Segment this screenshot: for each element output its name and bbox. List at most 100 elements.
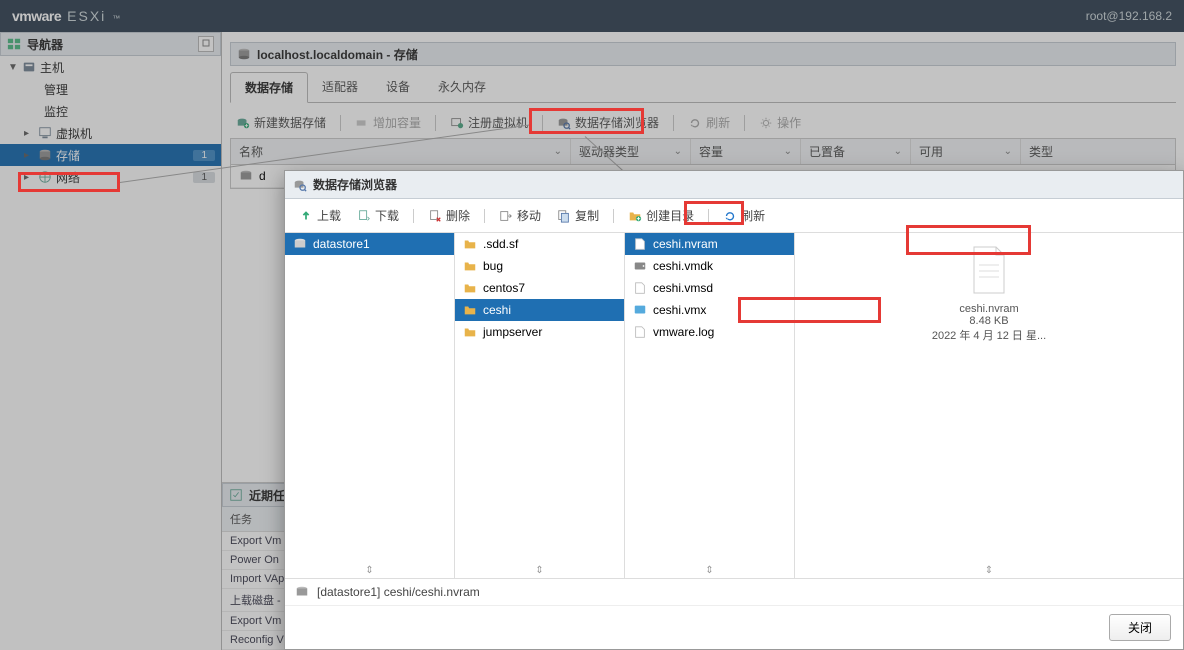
file-item[interactable]: ceshi.vmdk — [625, 255, 794, 277]
btn-label: 操作 — [777, 114, 801, 131]
datastore-item[interactable]: datastore1 — [285, 233, 454, 255]
item-label: ceshi — [483, 303, 511, 317]
btn-label: 刷新 — [741, 207, 765, 224]
delete-button[interactable]: 删除 — [422, 205, 476, 226]
tree-badge: 1 — [193, 172, 215, 183]
navigator-tree: ▼ 主机 管理 监控 ▸ 虚拟机 ▸ 存储 1 — [0, 56, 221, 188]
copy-button[interactable]: 复制 — [551, 205, 605, 226]
datastore-browser-button[interactable]: 数据存储浏览器 — [551, 111, 665, 134]
refresh-button[interactable]: 刷新 — [682, 111, 736, 134]
tree-item-storage[interactable]: ▸ 存储 1 — [0, 144, 221, 166]
browser-columns: datastore1 ⇕ .sdd.sf bug centos7 ceshi — [285, 233, 1183, 579]
expand-icon[interactable]: ▸ — [24, 150, 34, 161]
register-vm-button[interactable]: 注册虚拟机 — [444, 111, 534, 134]
download-button[interactable]: 下载 — [351, 205, 405, 226]
folder-item-ceshi[interactable]: ceshi — [455, 299, 624, 321]
col-provisioned[interactable]: 已置备⌄ — [801, 139, 911, 164]
resize-handle-icon[interactable]: ⇕ — [705, 565, 713, 576]
refresh-button[interactable]: 刷新 — [717, 205, 771, 226]
file-item[interactable]: vmware.log — [625, 321, 794, 343]
dialog-toolbar: 上载 下载 删除 移动 复制 创建目录 刷新 — [285, 199, 1183, 233]
new-datastore-button[interactable]: 新建数据存储 — [230, 111, 332, 134]
content-title: localhost.localdomain - 存储 — [257, 46, 418, 63]
datastore-browser-dialog: 数据存储浏览器 上载 下载 删除 移动 复制 创建目录 — [284, 170, 1184, 650]
user-info[interactable]: root@192.168.2 — [1086, 9, 1172, 23]
close-button[interactable]: 关闭 — [1109, 614, 1171, 641]
datastore-icon — [293, 237, 307, 251]
grid-header: 名称⌄ 驱动器类型⌄ 容量⌄ 已置备⌄ 可用 ⌄ 类型 — [230, 138, 1176, 165]
tab-label: 永久内存 — [438, 80, 486, 94]
tree-item-network[interactable]: ▸ 网络 1 — [0, 166, 221, 188]
create-dir-button[interactable]: 创建目录 — [622, 205, 700, 226]
tab-label: 适配器 — [322, 80, 358, 94]
recent-title: 近期任 — [249, 487, 285, 504]
tree-item-vms[interactable]: ▸ 虚拟机 — [0, 122, 221, 144]
col-label: 可用 — [919, 143, 943, 160]
tab-adapters[interactable]: 适配器 — [308, 72, 372, 102]
tab-datastores[interactable]: 数据存储 — [230, 72, 308, 103]
actions-button[interactable]: 操作 — [753, 111, 807, 134]
navigator-header: 导航器 — [0, 32, 221, 56]
tree-label: 监控 — [44, 103, 68, 120]
folder-icon — [463, 281, 477, 295]
separator — [435, 115, 436, 131]
increase-icon — [355, 116, 369, 130]
item-label: ceshi.vmdk — [653, 259, 713, 273]
tree-badge: 1 — [193, 150, 215, 161]
tab-devices[interactable]: 设备 — [372, 72, 424, 102]
btn-label: 增加容量 — [373, 114, 421, 131]
col-capacity[interactable]: 容量⌄ — [691, 139, 801, 164]
separator — [542, 115, 543, 131]
item-label: datastore1 — [313, 237, 370, 251]
btn-label: 移动 — [517, 207, 541, 224]
folder-item[interactable]: bug — [455, 255, 624, 277]
dialog-status-bar: [datastore1] ceshi/ceshi.nvram — [285, 579, 1183, 606]
increase-capacity-button[interactable]: 增加容量 — [349, 111, 427, 134]
refresh-icon — [688, 116, 702, 130]
folder-item[interactable]: .sdd.sf — [455, 233, 624, 255]
separator — [484, 209, 485, 223]
item-label: centos7 — [483, 281, 525, 295]
item-label: vmware.log — [653, 325, 714, 339]
tree-label: 虚拟机 — [56, 125, 92, 142]
navigator-icon — [7, 37, 21, 51]
new-datastore-icon — [236, 116, 250, 130]
chevron-down-icon: ⌄ — [1004, 146, 1012, 157]
tree-item-host[interactable]: ▼ 主机 — [0, 56, 221, 78]
content-toolbar: 新建数据存储 增加容量 注册虚拟机 数据存储浏览器 刷新 — [222, 103, 1184, 138]
folder-column: .sdd.sf bug centos7 ceshi jumpserver ⇕ — [455, 233, 625, 578]
tree-item-monitor[interactable]: 监控 — [0, 100, 221, 122]
pin-button[interactable] — [198, 36, 214, 52]
expand-icon[interactable]: ▸ — [24, 128, 34, 139]
col-name[interactable]: 名称⌄ — [231, 139, 571, 164]
resize-handle-icon[interactable]: ⇕ — [365, 565, 373, 576]
tab-pmem[interactable]: 永久内存 — [424, 72, 500, 102]
col-drivetype[interactable]: 驱动器类型⌄ — [571, 139, 691, 164]
upload-button[interactable]: 上载 — [293, 205, 347, 226]
folder-item[interactable]: centos7 — [455, 277, 624, 299]
expand-icon[interactable]: ▼ — [8, 62, 18, 73]
move-button[interactable]: 移动 — [493, 205, 547, 226]
item-label: jumpserver — [483, 325, 542, 339]
file-item-nvram[interactable]: ceshi.nvram — [625, 233, 794, 255]
resize-handle-icon[interactable]: ⇕ — [535, 565, 543, 576]
file-item[interactable]: ceshi.vmsd — [625, 277, 794, 299]
resize-handle-icon[interactable]: ⇕ — [985, 565, 993, 576]
file-icon — [633, 325, 647, 339]
dialog-title-bar[interactable]: 数据存储浏览器 — [285, 171, 1183, 199]
col-free[interactable]: 可用 ⌄ — [911, 139, 1021, 164]
tasks-icon — [229, 488, 243, 502]
col-label: 容量 — [699, 143, 723, 160]
col-type[interactable]: 类型 — [1021, 139, 1175, 164]
top-bar: vmware ESXi ™ root@192.168.2 — [0, 0, 1184, 32]
item-label: .sdd.sf — [483, 237, 518, 251]
file-item[interactable]: ceshi.vmx — [625, 299, 794, 321]
disk-icon — [633, 259, 647, 273]
btn-label: 创建目录 — [646, 207, 694, 224]
upload-icon — [299, 209, 313, 223]
storage-icon — [38, 148, 52, 162]
datastore-icon — [295, 585, 309, 599]
expand-icon[interactable]: ▸ — [24, 172, 34, 183]
tree-item-manage[interactable]: 管理 — [0, 78, 221, 100]
folder-item[interactable]: jumpserver — [455, 321, 624, 343]
